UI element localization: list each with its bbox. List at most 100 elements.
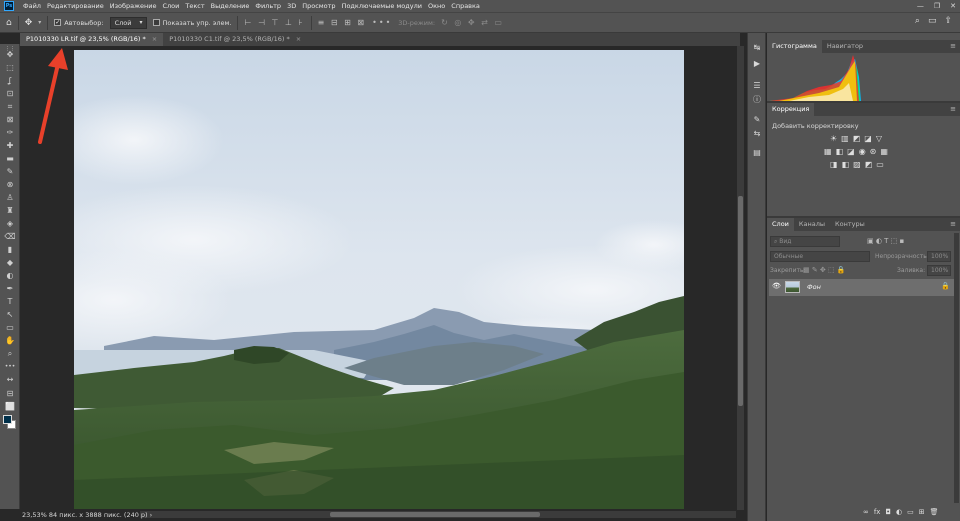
horizontal-scrollbar[interactable] bbox=[140, 511, 736, 518]
pen-tool-icon[interactable]: ✒ bbox=[3, 283, 17, 294]
menu-edit[interactable]: Редактирование bbox=[44, 2, 107, 10]
stamp-tool-icon[interactable]: ♜ bbox=[3, 205, 17, 216]
menu-type[interactable]: Текст bbox=[182, 2, 207, 10]
layer-filter-icons[interactable]: ▣ ◐ T ⬚ ▪ bbox=[867, 237, 904, 245]
vibrance-icon[interactable]: ▽ bbox=[876, 134, 882, 143]
layer-row-background[interactable]: 👁 Фон 🔒 bbox=[769, 279, 954, 296]
healing-brush-tool-icon[interactable]: ✚ bbox=[3, 140, 17, 151]
screen-mode-icon[interactable]: ⬜ bbox=[3, 401, 17, 412]
clone-source-panel-icon[interactable]: ⇆ bbox=[751, 129, 763, 139]
brush-panel-icon[interactable]: ✎ bbox=[751, 115, 763, 125]
type-tool-icon[interactable]: T bbox=[3, 296, 17, 307]
menu-image[interactable]: Изображение bbox=[107, 2, 160, 10]
black-white-icon[interactable]: ◪ bbox=[847, 147, 855, 156]
scrollbar-thumb[interactable] bbox=[330, 512, 540, 517]
quick-mask-icon[interactable]: ⊟ bbox=[3, 388, 17, 399]
tab-document-lr[interactable]: P1010330 LR.tif @ 23,5% (RGB/16) * × bbox=[20, 33, 164, 46]
rectangle-tool-icon[interactable]: ▭ bbox=[3, 322, 17, 333]
lock-icons[interactable]: ▦ ✎ ✥ ⬚ 🔒 bbox=[803, 266, 846, 274]
levels-icon[interactable]: ▥ bbox=[841, 134, 849, 143]
menu-view[interactable]: Просмотр bbox=[299, 2, 338, 10]
marquee-tool-icon[interactable]: ⬚ bbox=[3, 62, 17, 73]
maximize-icon[interactable]: ❐ bbox=[934, 2, 940, 10]
invert-icon[interactable]: ◨ bbox=[830, 160, 838, 169]
layers-scrollbar[interactable] bbox=[954, 233, 959, 503]
menu-file[interactable]: Файл bbox=[20, 2, 44, 10]
gradient-map-icon[interactable]: ◩ bbox=[865, 160, 873, 169]
fill-input[interactable]: 100% bbox=[927, 265, 951, 276]
close-tab-icon[interactable]: × bbox=[152, 33, 157, 46]
posterize-icon[interactable]: ◧ bbox=[842, 160, 850, 169]
new-group-icon[interactable]: ▭ bbox=[907, 508, 914, 516]
new-adjustment-icon[interactable]: ◐ bbox=[896, 508, 902, 516]
more-options-icon[interactable]: ••• bbox=[372, 18, 392, 27]
pen-stamp-tool-icon[interactable]: ♙ bbox=[3, 192, 17, 203]
zoom-tool-icon[interactable]: ⌕ bbox=[3, 348, 17, 359]
gradient-tool-icon[interactable]: ▮ bbox=[3, 244, 17, 255]
tab-layers[interactable]: Слои bbox=[767, 218, 794, 231]
clone-stamp-tool-icon[interactable]: ✎ bbox=[3, 166, 17, 177]
distribute-icons[interactable]: ≡ ⊟ ⊞ ⊠ bbox=[318, 18, 366, 27]
hue-saturation-icon[interactable]: ▦ bbox=[824, 147, 832, 156]
document-canvas-image[interactable] bbox=[74, 50, 684, 509]
curves-icon[interactable]: ◩ bbox=[853, 134, 861, 143]
chevron-down-icon[interactable]: ▾ bbox=[38, 19, 41, 26]
menu-layers[interactable]: Слои bbox=[159, 2, 182, 10]
autoselect-dropdown[interactable]: Слой bbox=[109, 16, 147, 29]
panel-menu-icon[interactable]: ≡ bbox=[950, 218, 956, 231]
color-lookup-icon[interactable]: ▦ bbox=[880, 147, 888, 156]
home-icon[interactable]: ⌂ bbox=[6, 18, 12, 28]
tab-navigator[interactable]: Навигатор bbox=[822, 40, 868, 53]
threshold-icon[interactable]: ▨ bbox=[853, 160, 861, 169]
move-tool-icon[interactable]: ✥ bbox=[25, 18, 33, 28]
tab-paths[interactable]: Контуры bbox=[830, 218, 870, 231]
scrollbar-thumb[interactable] bbox=[738, 196, 743, 406]
autoselect-checkbox[interactable]: ✓ Автовыбор: bbox=[54, 19, 104, 27]
workspace-icon[interactable]: ▭ bbox=[928, 16, 937, 26]
selective-color-icon[interactable]: ▭ bbox=[876, 160, 884, 169]
fx-icon[interactable]: fx bbox=[874, 508, 881, 516]
pattern-tool-icon[interactable]: ◈ bbox=[3, 218, 17, 229]
object-select-tool-icon[interactable]: ⊡ bbox=[3, 88, 17, 99]
tab-histogram[interactable]: Гистограмма bbox=[767, 40, 822, 53]
menu-plugins[interactable]: Подключаемые модули bbox=[339, 2, 425, 10]
panel-menu-icon[interactable]: ≡ bbox=[950, 40, 956, 53]
brush-tool-icon[interactable]: ▬ bbox=[3, 153, 17, 164]
actions-panel-icon[interactable]: ▶ bbox=[751, 59, 763, 69]
color-balance-icon[interactable]: ◧ bbox=[836, 147, 844, 156]
layer-filter-kind[interactable]: ⌕ Вид bbox=[770, 236, 840, 247]
menu-help[interactable]: Справка bbox=[448, 2, 483, 10]
lock-icon[interactable]: 🔒 bbox=[941, 282, 950, 290]
eye-icon[interactable]: 👁 bbox=[772, 282, 781, 290]
tab-document-c1[interactable]: P1010330 C1.tif @ 23,5% (RGB/16) * × bbox=[163, 33, 307, 46]
status-arrow-icon[interactable]: › bbox=[150, 511, 153, 519]
new-layer-icon[interactable]: ⊞ bbox=[919, 508, 925, 516]
tab-adjustments[interactable]: Коррекция bbox=[767, 103, 815, 116]
info-panel-icon[interactable]: ⓘ bbox=[751, 95, 763, 105]
brightness-icon[interactable]: ☀ bbox=[830, 134, 837, 143]
menu-window[interactable]: Окно bbox=[425, 2, 448, 10]
blur-tool-icon[interactable]: ◆ bbox=[3, 257, 17, 268]
photo-filter-icon[interactable]: ◉ bbox=[859, 147, 866, 156]
eraser-tool-icon[interactable]: ⌫ bbox=[3, 231, 17, 242]
vertical-scrollbar[interactable] bbox=[737, 46, 744, 510]
share-icon[interactable]: ⇪ bbox=[944, 16, 952, 26]
crop-tool-icon[interactable]: ⌗ bbox=[3, 101, 17, 112]
add-mask-icon[interactable]: ◘ bbox=[885, 508, 891, 516]
panel-menu-icon[interactable]: ≡ bbox=[950, 103, 956, 116]
eyedropper-tool-icon[interactable]: ✑ bbox=[3, 127, 17, 138]
dodge-tool-icon[interactable]: ◐ bbox=[3, 270, 17, 281]
trash-icon[interactable]: 🗑 bbox=[930, 508, 939, 516]
menu-select[interactable]: Выделение bbox=[208, 2, 253, 10]
channel-mixer-icon[interactable]: ⊛ bbox=[870, 147, 877, 156]
more-tools-icon[interactable]: ••• bbox=[3, 361, 17, 372]
tab-channels[interactable]: Каналы bbox=[794, 218, 830, 231]
lasso-tool-icon[interactable]: ʆ bbox=[3, 75, 17, 86]
opacity-input[interactable]: 100% bbox=[927, 251, 951, 262]
foreground-color-swatch[interactable] bbox=[3, 415, 12, 424]
hand-tool-icon[interactable]: ✋ bbox=[3, 335, 17, 346]
close-tab-icon[interactable]: × bbox=[296, 33, 301, 46]
properties-panel-icon[interactable]: ☰ bbox=[751, 81, 763, 91]
align-icons[interactable]: ⊢ ⊣ ⊤ ⊥ ⊦ bbox=[244, 18, 304, 27]
minimize-icon[interactable]: — bbox=[917, 2, 924, 10]
